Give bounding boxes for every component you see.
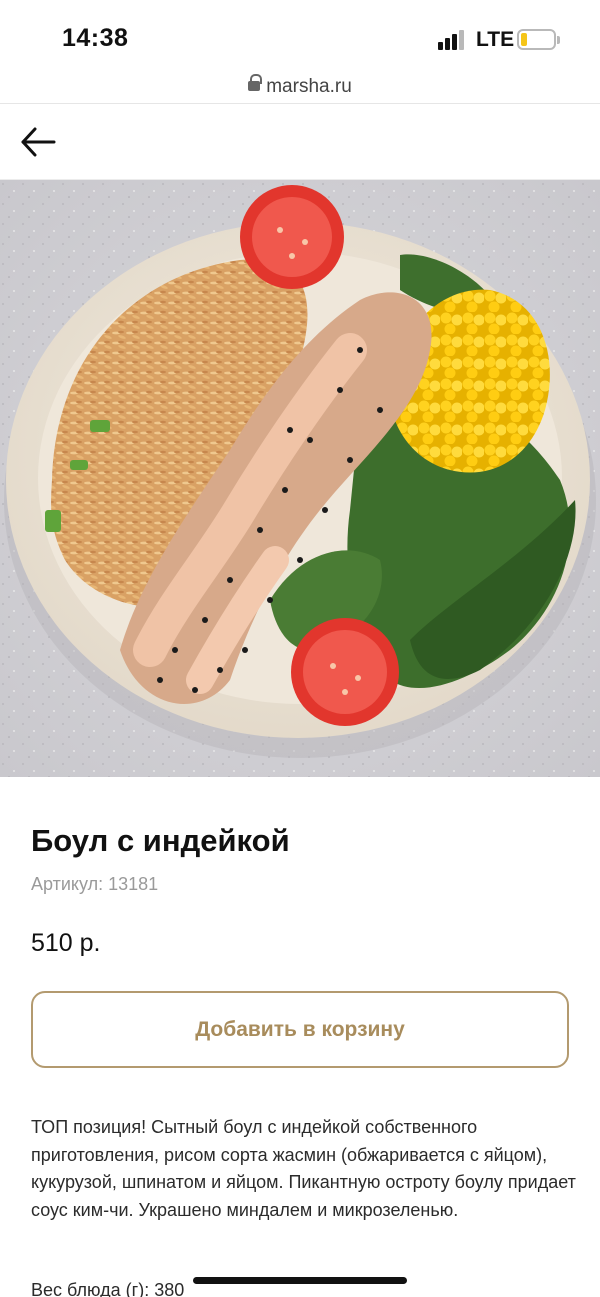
url-text: marsha.ru [266, 76, 352, 97]
signal-icon [438, 30, 468, 50]
arrow-left-icon [21, 127, 56, 157]
top-navigation [0, 104, 600, 180]
product-description: ТОП позиция! Сытный боул с индейкой собс… [31, 1117, 576, 1220]
product-price: 510 р. [31, 929, 101, 957]
product-title: Боул с индейкой [31, 823, 290, 858]
home-indicator[interactable] [193, 1277, 407, 1284]
url-display[interactable]: marsha.ru [0, 74, 600, 98]
network-type: LTE [476, 28, 515, 51]
battery-tip [557, 36, 560, 44]
add-to-cart-button[interactable]: Добавить в корзину [31, 991, 569, 1068]
product-sku: Артикул: 13181 [31, 874, 159, 894]
product-page: 14:38 LTE marsha.ru Боул с индейкой Арти… [0, 0, 600, 1297]
product-photo [0, 180, 600, 777]
back-button[interactable] [18, 124, 58, 160]
status-time: 14:38 [62, 24, 129, 52]
lock-icon [248, 74, 263, 93]
status-bar: 14:38 LTE [0, 0, 600, 72]
battery-icon [517, 29, 556, 50]
add-to-cart-label: Добавить в корзину [195, 1017, 405, 1041]
browser-address-bar[interactable]: marsha.ru [0, 72, 600, 104]
product-weight: Вес блюда (г): 380 [31, 1280, 185, 1297]
